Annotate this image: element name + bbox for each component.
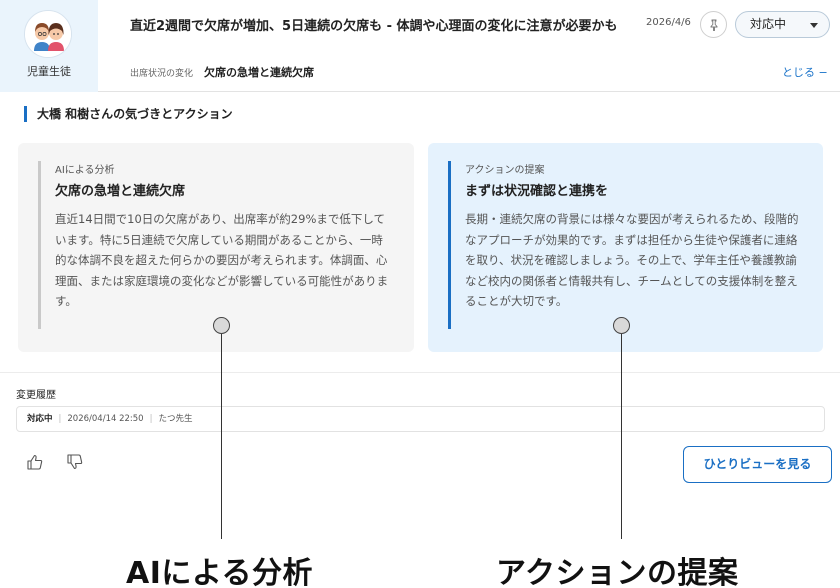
history-author: たつ先生 [158, 414, 193, 424]
action-body: 長期・連続欠席の背景には様々な要因が考えられるため、段階的なアプローチが効果的で… [465, 212, 799, 308]
individual-view-button[interactable]: ひとりビューを見る [683, 446, 832, 483]
status-select[interactable]: 対応中 [735, 11, 830, 38]
callout-marker-right [613, 317, 630, 334]
action-title: まずは状況確認と連携を [465, 184, 609, 199]
side-panel-label: 児童生徒 [27, 65, 71, 78]
history-separator: | [149, 414, 153, 424]
section-heading: 大橋 和樹さんの気づきとアクション [24, 106, 233, 122]
analysis-body: 直近14日間で10日の欠席があり、出席率が約29%まで低下しています。特に5日連… [55, 212, 389, 308]
status-select-value: 対応中 [750, 17, 787, 31]
history-label: 変更履歴 [16, 390, 56, 401]
history-entry: 対応中 | 2026/04/14 22:50 | たつ先生 [16, 406, 825, 432]
collapse-link[interactable]: とじる − [782, 64, 828, 80]
section-divider [0, 372, 840, 373]
analysis-title: 欠席の急増と連続欠席 [55, 184, 186, 199]
callout-line-right [621, 334, 622, 539]
sub-category-value: 欠席の急増と連続欠席 [204, 66, 314, 79]
analysis-category: AIによる分析 [55, 165, 115, 176]
history-datetime: 2026/04/14 22:50 [67, 414, 144, 424]
pin-button[interactable] [700, 11, 727, 38]
alert-date: 2026/4/6 [646, 17, 691, 28]
alert-title: 直近2週間で欠席が増加、5日連続の欠席も - 体調や心理面の変化に注意が必要かも [130, 19, 618, 34]
detail-header: 児童生徒 直近2週間で欠席が増加、5日連続の欠席も - 体調や心理面の変化に注意… [0, 0, 840, 92]
history-status: 対応中 [27, 414, 53, 424]
student-side-panel: 児童生徒 [0, 0, 98, 92]
history-separator: | [58, 414, 62, 424]
chevron-down-icon [810, 23, 818, 28]
callout-label-right: アクションの提案 [496, 556, 739, 588]
thumbs-down-icon[interactable] [66, 453, 84, 471]
sub-category-label: 出席状況の変化 [130, 69, 194, 79]
callout-marker-left [213, 317, 230, 334]
student-avatar-icon [24, 10, 72, 58]
callout-label-left: AIによる分析 [126, 556, 313, 588]
callout-line-left [221, 334, 222, 539]
action-category: アクションの提案 [465, 165, 545, 176]
pin-icon [710, 19, 717, 31]
thumbs-up-icon[interactable] [26, 453, 44, 471]
